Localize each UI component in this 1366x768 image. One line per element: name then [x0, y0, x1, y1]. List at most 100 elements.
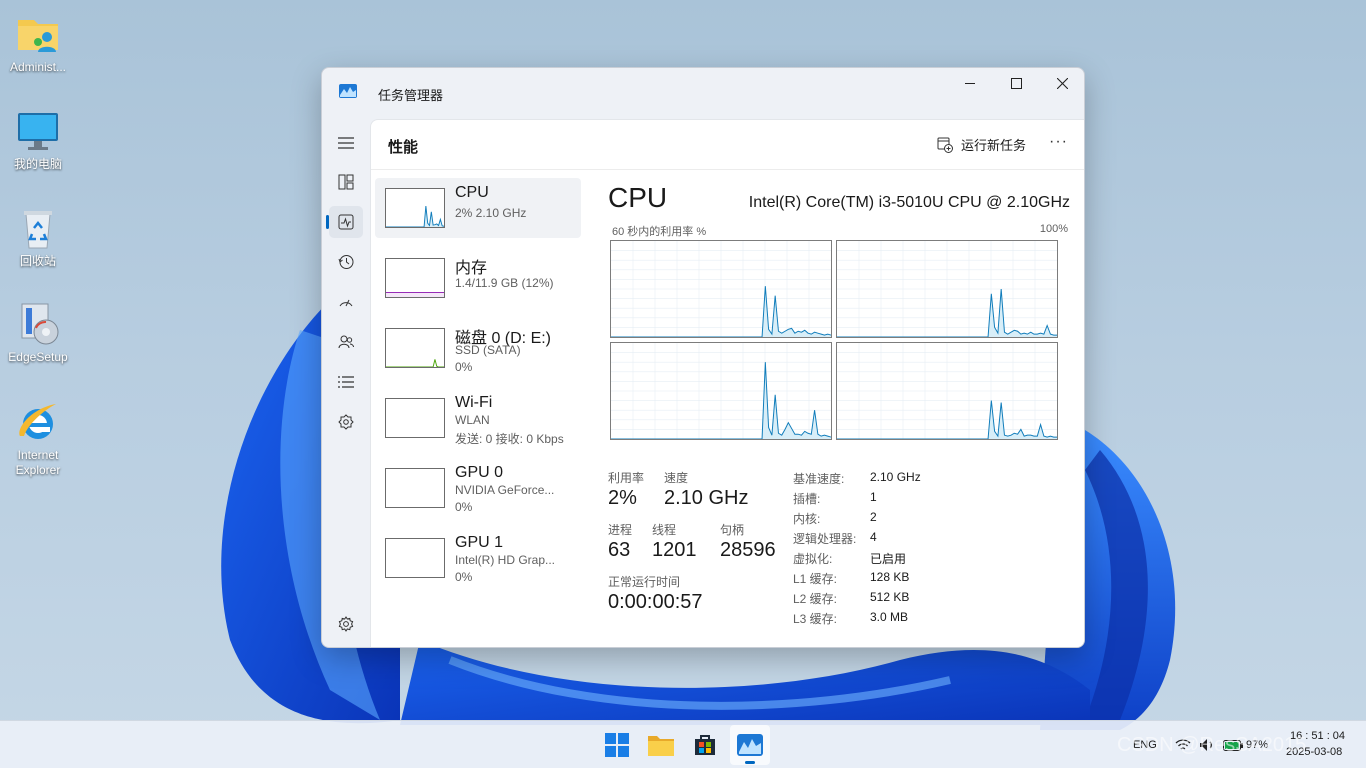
taskbar-start-button[interactable] [597, 725, 637, 765]
desktop-icon-admin[interactable]: Administ... [1, 10, 75, 75]
desktop-icon-edge-setup[interactable]: EdgeSetup [1, 300, 75, 365]
folder-icon [648, 736, 674, 756]
nav-menu-button[interactable] [329, 127, 363, 159]
cpu-model-name: Intel(R) Core(TM) i3-5010U CPU @ 2.10GHz [748, 194, 1070, 211]
spec-value: 2 [870, 510, 877, 524]
more-options-button[interactable]: ··· [1049, 133, 1068, 151]
device-item-gpu1[interactable]: GPU 1 Intel(R) HD Grap... 0% [375, 528, 581, 588]
spec-label: 插槽: [793, 492, 821, 506]
windows-logo-icon [605, 733, 629, 757]
cpu-core-graph-0[interactable] [610, 240, 832, 338]
device-detail: 1.4/11.9 GB (12%) [455, 276, 554, 290]
gpu0-thumbnail-graph [385, 468, 445, 508]
device-detail: NVIDIA GeForce... [455, 483, 555, 497]
graph-caption: 60 秒内的利用率 % [612, 226, 707, 238]
run-task-label: 运行新任务 [961, 138, 1027, 153]
nav-details[interactable] [329, 366, 363, 398]
device-item-wifi[interactable]: Wi-Fi WLAN 发送: 0 接收: 0 Kbps [375, 388, 581, 448]
spec-value: 1 [870, 490, 877, 504]
page-title: 性能 [388, 139, 419, 156]
taskbar-file-explorer[interactable] [641, 725, 681, 765]
device-detail: SSD (SATA) [455, 343, 521, 357]
threads-label: 线程 [652, 523, 677, 537]
nav-app-history[interactable] [329, 246, 363, 278]
processes-value: 63 [608, 539, 631, 561]
navigation-rail [322, 118, 370, 647]
minimize-icon [964, 82, 975, 84]
disk-thumbnail-graph [385, 328, 445, 368]
utilization-label: 利用率 [608, 471, 645, 485]
memory-thumbnail-graph [385, 258, 445, 298]
device-name: CPU [455, 184, 489, 201]
ie-icon [19, 404, 56, 439]
run-task-icon [937, 137, 953, 153]
nav-settings[interactable] [329, 608, 363, 640]
spec-label: 内核: [793, 512, 821, 526]
device-detail: 2% 2.10 GHz [455, 206, 527, 220]
handles-value: 28596 [720, 539, 776, 561]
run-new-task-button[interactable]: 运行新任务 [937, 135, 1026, 154]
performance-pane: 性能 运行新任务 ··· CPU 2% 2.10 GHz 内存 1.4/11.9… [370, 119, 1084, 647]
watermark: CSDN @ResSA2015 [1117, 734, 1307, 756]
maximize-button[interactable] [993, 68, 1039, 98]
device-name: 内存 [455, 260, 488, 277]
cpu-core-graph-1[interactable] [836, 240, 1058, 338]
close-icon [1056, 77, 1068, 89]
nav-users[interactable] [329, 326, 363, 358]
users-icon [338, 335, 354, 349]
processes-label: 进程 [608, 523, 633, 537]
threads-value: 1201 [652, 539, 697, 561]
maximize-icon [1010, 77, 1022, 89]
device-detail: WLAN [455, 413, 490, 427]
performance-icon [338, 214, 354, 230]
handles-label: 句柄 [720, 523, 745, 537]
spec-value: 2.10 GHz [870, 470, 921, 484]
spec-label: 基准速度: [793, 472, 845, 486]
desktop-icon-recycle-bin[interactable]: 回收站 [1, 204, 75, 269]
nav-performance[interactable] [326, 206, 363, 238]
uptime-label: 正常运行时间 [608, 575, 681, 589]
spec-label: L1 缓存: [793, 572, 838, 586]
cpu-core-graph-3[interactable] [836, 342, 1058, 440]
cpu-thumb-line [386, 206, 444, 227]
title-bar[interactable]: 任务管理器 [322, 68, 1084, 118]
spec-value: 128 KB [870, 570, 910, 584]
device-detail: Intel(R) HD Grap... [455, 553, 556, 567]
processes-icon [338, 174, 354, 190]
cpu-thumbnail-graph [385, 188, 445, 228]
taskbar-store[interactable] [685, 725, 725, 765]
speed-label: 速度 [664, 471, 689, 485]
nav-services[interactable] [329, 406, 363, 438]
device-item-disk[interactable]: 磁盘 0 (D: E:) SSD (SATA) 0% [375, 318, 581, 378]
cpu-thumb-area [386, 206, 444, 227]
desktop-icon-my-computer[interactable]: 我的电脑 [1, 107, 75, 172]
pane-header: 性能 运行新任务 ··· [371, 120, 1084, 170]
spec-label: L3 缓存: [793, 612, 838, 626]
device-usage: 0% [455, 500, 473, 514]
spec-label: 逻辑处理器: [793, 532, 857, 546]
settings-icon [338, 616, 354, 632]
spec-label: L2 缓存: [793, 592, 838, 606]
recycle-bin-icon [24, 211, 52, 249]
history-icon [338, 255, 354, 269]
desktop-icon-internet-explorer[interactable]: Internet Explorer [1, 398, 75, 478]
cpu-core-graph-2[interactable] [610, 342, 832, 440]
desktop-icon-label: EdgeSetup [8, 350, 68, 364]
close-button[interactable] [1039, 68, 1084, 98]
device-usage: 0% [455, 570, 473, 584]
desktop-icon-label: 回收站 [19, 254, 56, 268]
user-folder-icon [18, 20, 58, 52]
taskbar-task-manager[interactable] [730, 725, 770, 765]
spec-value: 3.0 MB [870, 610, 909, 624]
installer-icon [21, 303, 59, 345]
nav-processes[interactable] [329, 166, 363, 198]
device-item-memory[interactable]: 内存 1.4/11.9 GB (12%) [375, 248, 581, 308]
gpu1-thumbnail-graph [385, 538, 445, 578]
details-icon [338, 376, 354, 388]
minimize-button[interactable] [947, 68, 993, 98]
nav-startup[interactable] [329, 286, 363, 318]
spec-value: 已启用 [870, 552, 907, 566]
device-item-gpu0[interactable]: GPU 0 NVIDIA GeForce... 0% [375, 458, 581, 518]
utilization-value: 2% [608, 487, 637, 509]
device-item-cpu[interactable]: CPU 2% 2.10 GHz [375, 178, 581, 238]
